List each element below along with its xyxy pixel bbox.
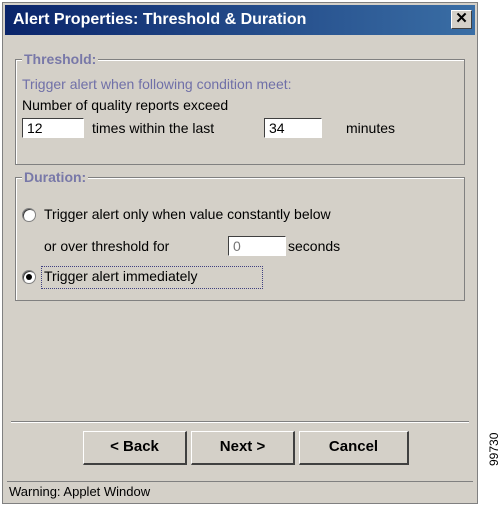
cancel-button[interactable]: Cancel <box>299 431 409 465</box>
alert-properties-dialog: Alert Properties: Threshold & Duration ✕… <box>2 2 478 504</box>
duration-legend: Duration: <box>22 169 89 185</box>
seconds-input[interactable] <box>228 236 286 256</box>
report-count-input[interactable] <box>22 118 84 138</box>
threshold-legend: Threshold: <box>22 51 99 67</box>
radio-constant-threshold[interactable] <box>22 208 36 222</box>
button-divider <box>11 421 469 423</box>
radio-selected-dot <box>26 274 32 280</box>
status-bar: Warning: Applet Window <box>7 481 473 502</box>
threshold-group: Threshold: Trigger alert when following … <box>15 51 465 165</box>
threshold-description: Trigger alert when following condition m… <box>22 76 292 92</box>
figure-code: 99730 <box>487 432 501 466</box>
next-button[interactable]: Next > <box>191 431 295 465</box>
threshold-middle-text: times within the last <box>92 120 215 136</box>
option1-line1[interactable]: Trigger alert only when value constantly… <box>44 206 331 222</box>
close-button[interactable]: ✕ <box>451 10 472 29</box>
back-button[interactable]: < Back <box>83 431 187 465</box>
option2-label[interactable]: Trigger alert immediately <box>44 268 198 284</box>
window-title: Alert Properties: Threshold & Duration <box>13 11 307 28</box>
close-icon: ✕ <box>455 10 468 27</box>
seconds-label: seconds <box>288 238 341 254</box>
minutes-input[interactable] <box>264 118 322 138</box>
minutes-label: minutes <box>346 120 396 136</box>
threshold-line1: Number of quality reports exceed <box>22 97 229 113</box>
radio-immediate[interactable] <box>22 270 36 284</box>
option1-line2: or over threshold for <box>44 238 170 254</box>
title-bar[interactable]: Alert Properties: Threshold & Duration ✕ <box>5 5 475 35</box>
duration-group: Duration: Trigger alert only when value … <box>15 169 465 301</box>
